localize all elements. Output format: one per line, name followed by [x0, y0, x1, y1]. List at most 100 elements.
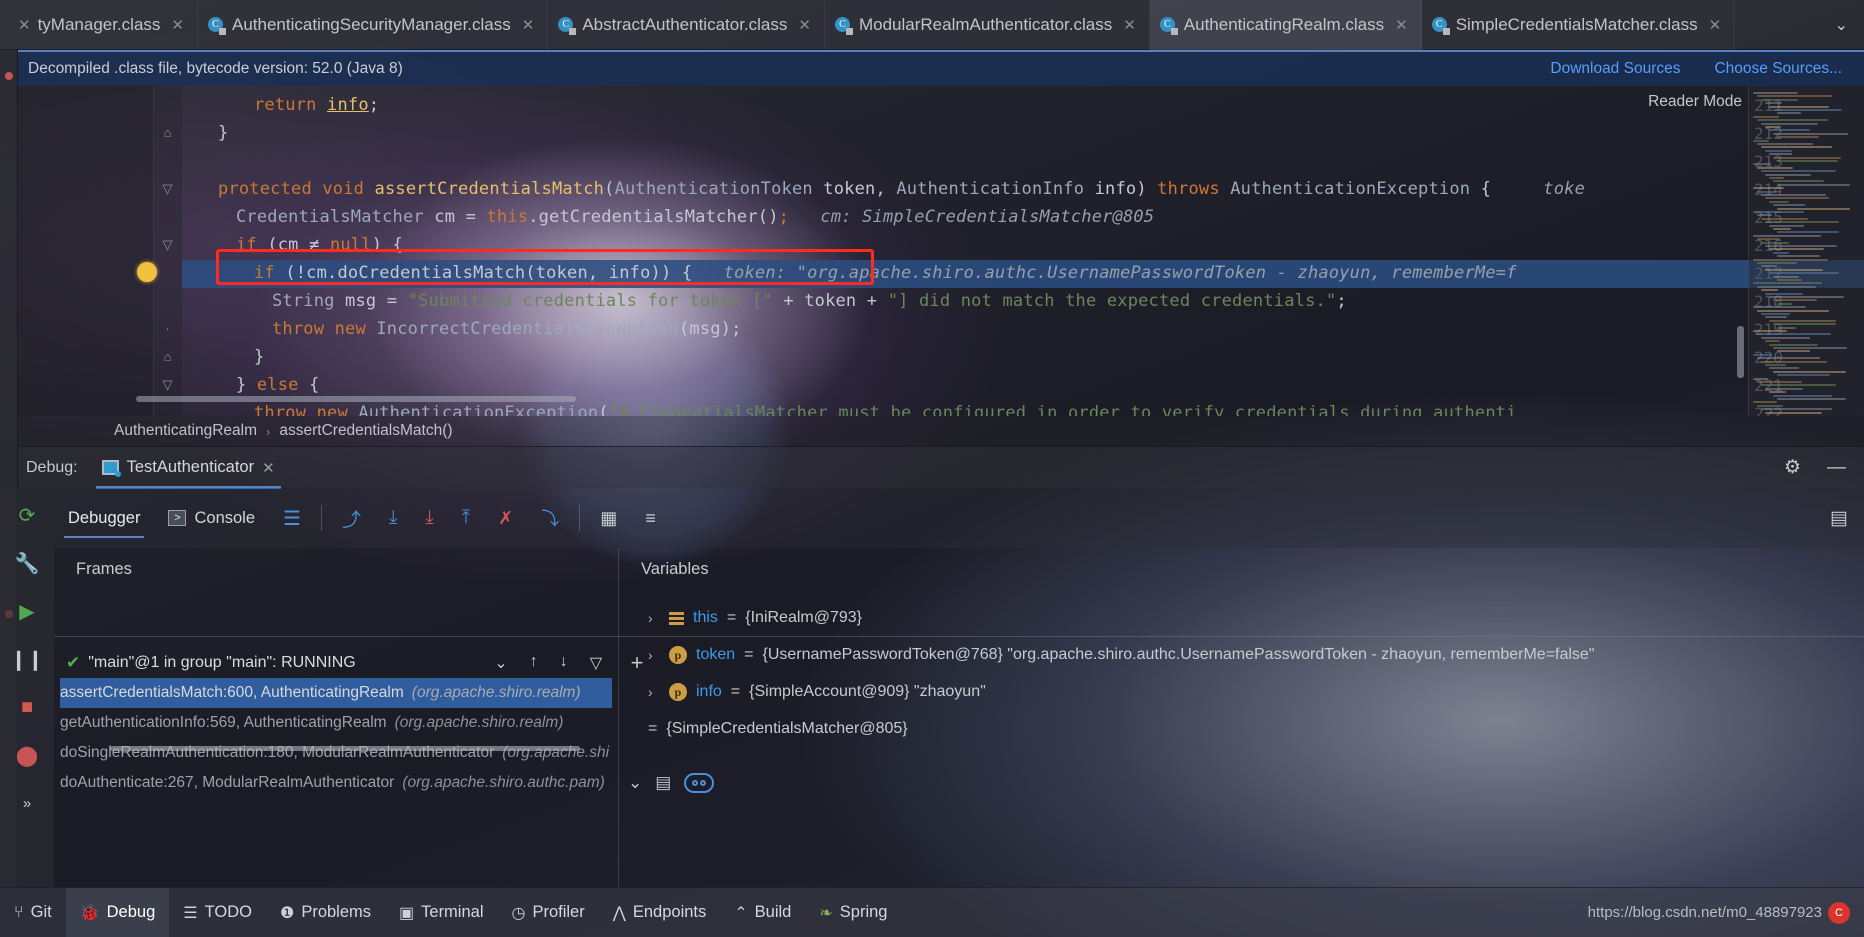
- frames-horizontal-scrollbar[interactable]: [110, 746, 580, 751]
- minimap-line: [1769, 129, 1810, 132]
- step-into-icon[interactable]: ⤓: [375, 488, 411, 548]
- line-number-gutter: [18, 86, 154, 416]
- expander-icon[interactable]: ›: [648, 610, 660, 626]
- tab-close-icon[interactable]: ✕: [18, 16, 31, 34]
- tab-close-icon[interactable]: ✕: [522, 16, 535, 34]
- drop-frame-icon[interactable]: ✗: [484, 488, 527, 548]
- editor-minimap[interactable]: [1748, 86, 1864, 416]
- thread-selector[interactable]: ✔ "main"@1 in group "main": RUNNING ⌄ ↑ …: [60, 646, 612, 680]
- run-to-cursor-icon[interactable]: ⤵: [527, 488, 573, 548]
- tab-console[interactable]: > Console: [154, 488, 269, 548]
- expander-icon[interactable]: ›: [648, 684, 660, 700]
- resume-icon[interactable]: ▶: [14, 598, 40, 624]
- copy-icon[interactable]: ▤: [655, 773, 671, 793]
- code-token: "] did not match the expected credential…: [887, 291, 1337, 311]
- tab-console-label: Console: [194, 508, 256, 527]
- class-file-icon: C: [208, 16, 226, 35]
- fold-marker-icon[interactable]: ▽: [160, 377, 175, 392]
- editor-tab-2[interactable]: C AbstractAuthenticator.class ✕: [548, 0, 825, 50]
- breadcrumb-item-method[interactable]: assertCredentialsMatch(): [279, 422, 452, 440]
- step-out-icon[interactable]: ⤒: [448, 488, 484, 548]
- close-icon[interactable]: ✕: [262, 459, 275, 477]
- minimap-line: [1761, 360, 1828, 363]
- mute-breakpoints-icon[interactable]: ⬤: [14, 742, 40, 768]
- status-item-debug[interactable]: 🐞 Debug: [65, 887, 170, 937]
- fold-marker-icon[interactable]: ⌂: [160, 125, 175, 140]
- breakpoint-marker[interactable]: [5, 72, 13, 80]
- editor-tab-3[interactable]: C ModularRealmAuthenticator.class ✕: [824, 0, 1150, 50]
- list-item[interactable]: › p info = {SimpleAccount@909} "zhaoyun": [648, 674, 1848, 710]
- editor-tab-label: ModularRealmAuthenticator.class: [858, 15, 1113, 34]
- chevron-down-icon[interactable]: ⌄: [494, 653, 507, 673]
- parameter-badge-icon: p: [669, 646, 687, 664]
- pause-icon[interactable]: ❙❙: [10, 646, 44, 672]
- expander-icon[interactable]: ›: [648, 647, 660, 663]
- editor-vertical-scrollbar[interactable]: [1737, 326, 1744, 378]
- table-row[interactable]: doSingleRealmAuthentication:180, Modular…: [60, 738, 612, 768]
- chevron-down-icon[interactable]: ⌄: [1819, 0, 1864, 49]
- table-row[interactable]: getAuthenticationInfo:569, Authenticatin…: [60, 708, 612, 738]
- tab-close-icon[interactable]: ✕: [1709, 16, 1722, 34]
- editor-tab-5[interactable]: C SimpleCredentialsMatcher.class ✕: [1421, 0, 1736, 50]
- class-file-icon: C: [1159, 16, 1178, 35]
- restore-layout-icon[interactable]: ▤: [1830, 507, 1864, 530]
- fold-marker-icon[interactable]: ⌂: [160, 349, 175, 364]
- intention-bulb-icon[interactable]: [137, 262, 157, 282]
- step-over-icon[interactable]: ⤴: [328, 488, 375, 548]
- download-sources-link[interactable]: Download Sources: [1550, 60, 1680, 78]
- evaluate-expression-icon[interactable]: ▦: [586, 488, 631, 548]
- status-item-endpoints[interactable]: ⋀ Endpoints: [599, 888, 721, 937]
- list-item[interactable]: › this = {IniRealm@793}: [648, 600, 1848, 636]
- debug-session-tab[interactable]: TestAuthenticator ✕: [90, 447, 287, 489]
- code-token: protected: [218, 179, 323, 199]
- tab-close-icon[interactable]: ✕: [1123, 16, 1136, 34]
- filter-icon[interactable]: ▽: [590, 653, 602, 673]
- code-token: msg =: [334, 291, 408, 311]
- fold-marker-icon[interactable]: ▽: [160, 181, 175, 196]
- status-item-profiler[interactable]: ◷ Profiler: [498, 888, 599, 937]
- tab-close-icon[interactable]: ✕: [171, 16, 184, 34]
- watches-toggle-icon[interactable]: [684, 773, 715, 793]
- table-row[interactable]: doAuthenticate:267, ModularRealmAuthenti…: [60, 768, 612, 798]
- status-item-problems[interactable]: ❶ Problems: [266, 888, 385, 937]
- table-row[interactable]: assertCredentialsMatch:600, Authenticati…: [60, 678, 612, 708]
- editor-tab-4[interactable]: C AuthenticatingRealm.class ✕: [1149, 0, 1422, 50]
- status-item-git[interactable]: ⑂ Git: [0, 888, 66, 937]
- code-token: (!cm.doCredentialsMatch(token, info)) {: [285, 263, 693, 283]
- tab-close-icon[interactable]: ✕: [1395, 16, 1408, 34]
- status-item-build[interactable]: ⌃ Build: [720, 888, 805, 937]
- code-editor[interactable]: 211return info;212⌂}213214▽protected voi…: [18, 86, 1864, 416]
- minimap-line: [1765, 197, 1830, 200]
- wrench-icon[interactable]: 🔧: [14, 550, 40, 576]
- force-step-into-icon[interactable]: ⤓: [411, 488, 447, 548]
- layout-lines-icon[interactable]: ☰: [269, 488, 315, 548]
- fold-marker-icon[interactable]: ·: [160, 321, 175, 336]
- more-icon[interactable]: »: [14, 790, 40, 816]
- minimap-line: [1773, 156, 1842, 159]
- stop-icon[interactable]: ■: [14, 694, 40, 720]
- arrow-down-icon[interactable]: ↓: [560, 653, 568, 673]
- minimize-icon[interactable]: —: [1827, 457, 1846, 479]
- status-item-terminal[interactable]: ▣ Terminal: [385, 888, 497, 937]
- tab-close-icon[interactable]: ✕: [798, 16, 811, 34]
- status-item-spring[interactable]: ❧ Spring: [805, 888, 901, 937]
- fold-marker-icon[interactable]: ▽: [160, 237, 175, 252]
- code-line: }: [182, 347, 264, 367]
- choose-sources-link[interactable]: Choose Sources...: [1714, 60, 1842, 78]
- editor-horizontal-scrollbar[interactable]: [136, 396, 576, 402]
- endpoints-icon: ⋀: [612, 904, 626, 922]
- breadcrumb-item-class[interactable]: AuthenticatingRealm: [114, 422, 257, 440]
- settings-lines-icon[interactable]: ≡: [631, 488, 670, 548]
- minimap-line: [1769, 343, 1819, 346]
- reader-mode-label[interactable]: Reader Mode: [1648, 93, 1742, 111]
- editor-tab-0[interactable]: ✕ tyManager.class ✕: [0, 0, 198, 50]
- arrow-up-icon[interactable]: ↑: [530, 653, 538, 673]
- gear-icon[interactable]: ⚙: [1784, 456, 1801, 479]
- editor-tab-1[interactable]: C AuthenticatingSecurityManager.class ✕: [198, 0, 549, 50]
- tab-debugger[interactable]: Debugger: [54, 488, 154, 548]
- status-item-todo[interactable]: ☰ TODO: [169, 888, 266, 937]
- list-item[interactable]: = {SimpleCredentialsMatcher@805}: [648, 711, 1848, 747]
- rerun-icon[interactable]: ⟳: [14, 502, 40, 528]
- list-item[interactable]: › p token = {UsernamePasswordToken@768} …: [648, 637, 1848, 673]
- chevron-down-icon[interactable]: ⌄: [628, 773, 642, 793]
